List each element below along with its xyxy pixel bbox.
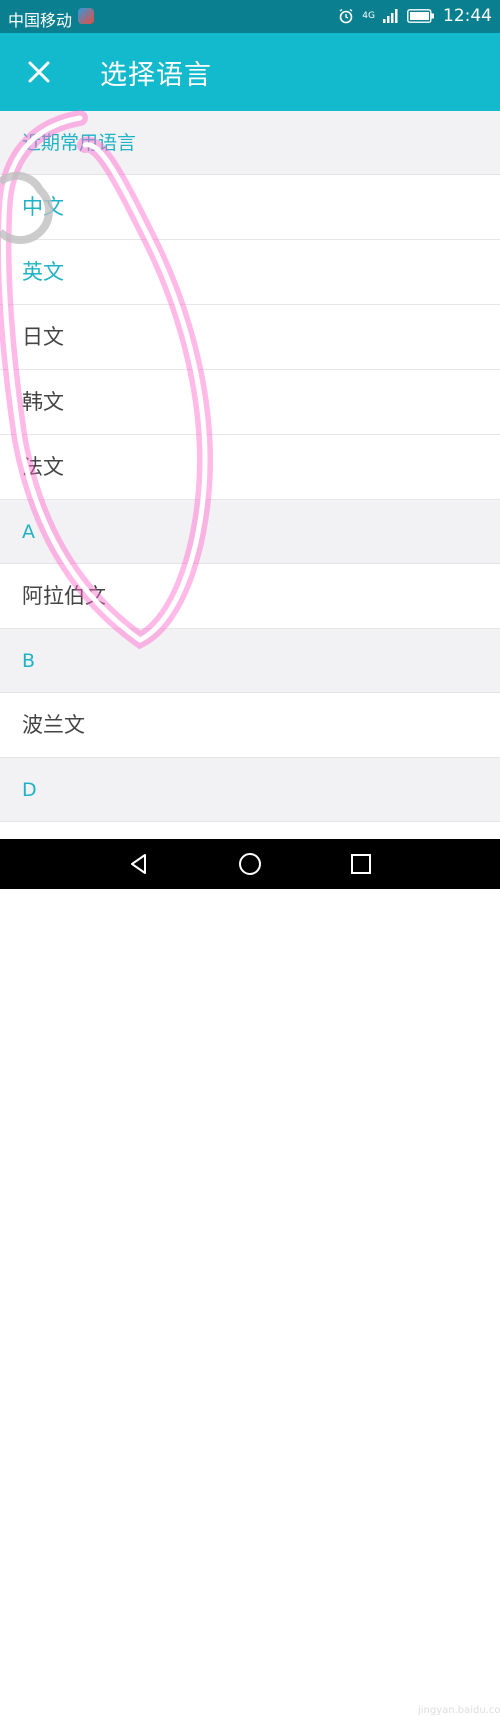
- app-notification-icon: [78, 8, 94, 24]
- language-item[interactable]: 中文: [0, 175, 500, 240]
- watermark: Bai 经验 jingyan.baidu.com: [382, 1679, 500, 1716]
- section-header-d: D: [0, 758, 500, 822]
- language-item[interactable]: 法文: [0, 435, 500, 500]
- language-item[interactable]: 阿拉伯文: [0, 564, 500, 629]
- battery-icon: [407, 9, 434, 23]
- language-item[interactable]: [0, 822, 500, 839]
- watermark-brand-cn: 经验: [435, 1683, 472, 1704]
- signal-icon: [383, 9, 398, 23]
- page-title: 选择语言: [100, 60, 212, 91]
- language-list[interactable]: 近期常用语言 中文 英文 日文 韩文 法文 A 阿拉伯文 B 波兰文 D: [0, 111, 500, 839]
- carrier-name: 中国移动: [8, 11, 73, 30]
- section-header-recent: 近期常用语言: [0, 111, 500, 175]
- status-bar: 中国移动 4G 12:44: [0, 0, 500, 33]
- language-item[interactable]: 日文: [0, 305, 500, 370]
- recent-apps-icon[interactable]: [350, 853, 372, 875]
- watermark-brand: Bai: [382, 1680, 418, 1704]
- language-item[interactable]: 韩文: [0, 370, 500, 435]
- language-item[interactable]: 波兰文: [0, 693, 500, 758]
- paw-icon: [419, 1684, 434, 1699]
- close-icon[interactable]: [22, 55, 56, 89]
- navigation-bar: Bai 经验 jingyan.baidu.com: [0, 839, 500, 1716]
- network-type: 4G: [362, 11, 375, 21]
- clock: 12:44: [443, 6, 492, 26]
- section-header-a: A: [0, 500, 500, 564]
- back-icon[interactable]: [127, 852, 151, 876]
- alarm-icon: [339, 8, 353, 24]
- status-icons: 4G 12:44: [338, 6, 492, 26]
- section-header-b: B: [0, 629, 500, 693]
- watermark-url: jingyan.baidu.com: [418, 1705, 500, 1716]
- home-icon[interactable]: [237, 851, 263, 877]
- app-bar: 选择语言: [0, 33, 500, 111]
- language-item[interactable]: 英文: [0, 240, 500, 305]
